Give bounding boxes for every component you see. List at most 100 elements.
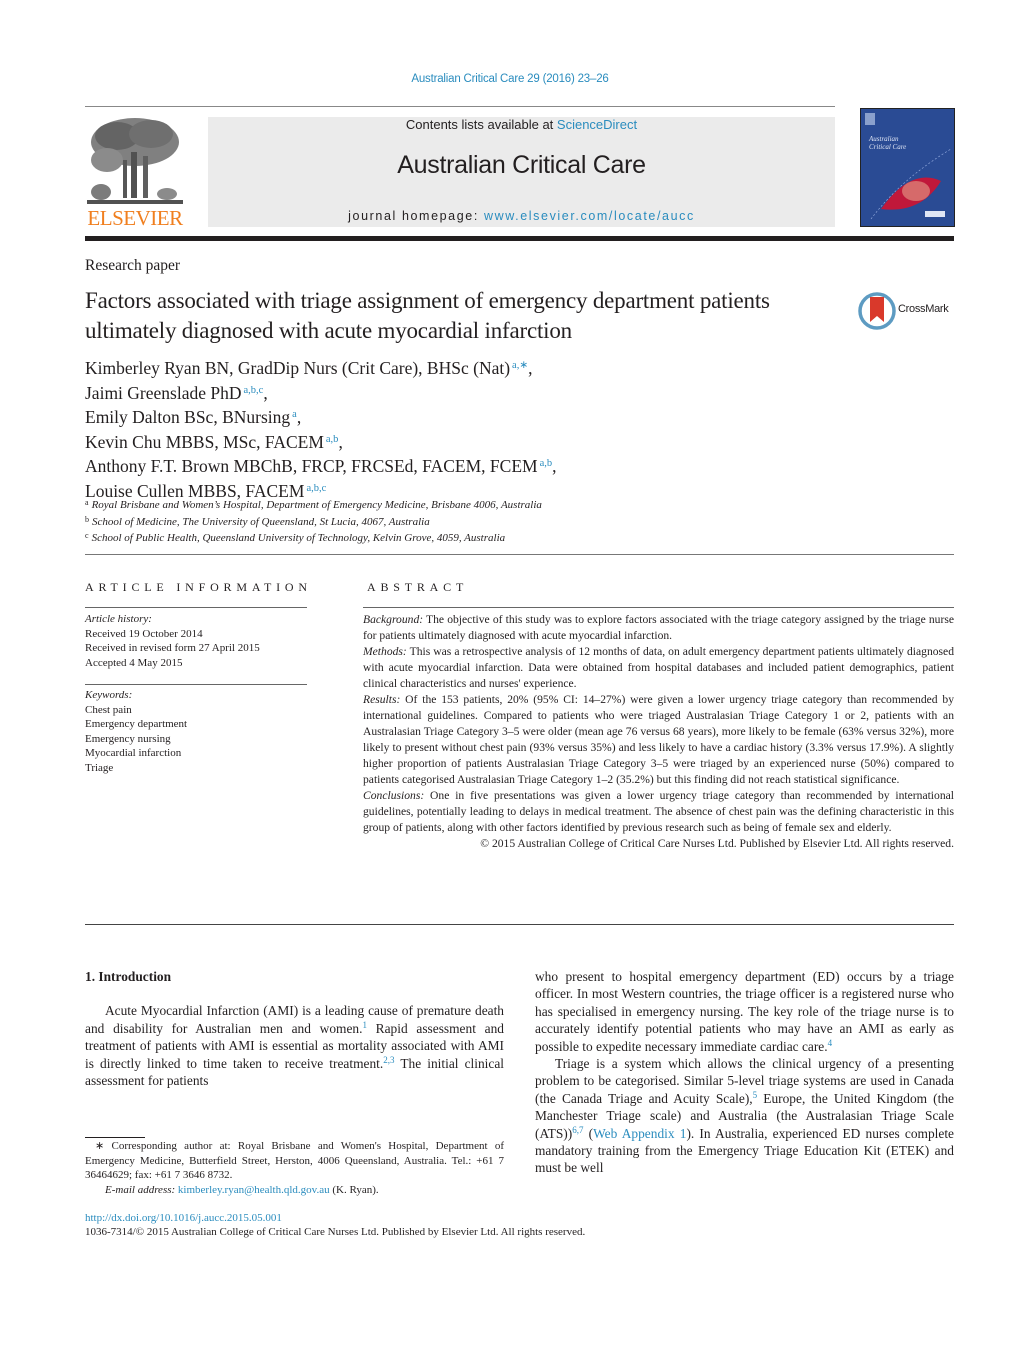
author-name: Kimberley Ryan BN, GradDip Nurs (Crit Ca… — [85, 358, 511, 378]
journal-masthead: Contents lists available at ScienceDirec… — [208, 117, 835, 227]
body-paragraph: Acute Myocardial Infarction (AMI) is a l… — [85, 1002, 504, 1089]
footnote-rule — [85, 1137, 145, 1138]
affiliation-text: Royal Brisbane and Women’s Hospital, Dep… — [91, 499, 542, 511]
affiliation: a Royal Brisbane and Women’s Hospital, De… — [85, 496, 542, 513]
keyword: Chest pain — [85, 703, 132, 716]
affiliation-key: b — [85, 514, 89, 524]
body-column-left: 1. Introduction Acute Myocardial Infarct… — [85, 968, 504, 1089]
author-name: Emily Dalton BSc, BNursing — [85, 407, 291, 428]
elsevier-logo[interactable]: ELSEVIER — [85, 116, 185, 230]
contents-line: Contents lists available at ScienceDirec… — [208, 117, 835, 132]
citation-link[interactable]: 6,7 — [572, 1125, 583, 1135]
header-rule — [85, 106, 835, 107]
keyword: Myocardial infarction — [85, 747, 182, 759]
author: Kevin Chu MBBS, MSc, FACEM a,b, — [85, 429, 557, 454]
homepage-prefix: journal homepage: — [348, 209, 484, 223]
author: Kimberley Ryan BN, GradDip Nurs (Crit Ca… — [85, 355, 557, 380]
author: Anthony F.T. Brown MBChB, FRCP, FRCSEd, … — [85, 453, 557, 478]
affiliation-list: a Royal Brisbane and Women’s Hospital, De… — [85, 496, 542, 546]
article-type: Research paper — [85, 257, 181, 274]
abstract-section-label: Results: — [363, 693, 401, 706]
journal-reference-link[interactable]: Australian Critical Care 29 (2016) 23–26 — [0, 73, 1020, 85]
abstract-section-text: The objective of this study was to explo… — [363, 613, 954, 642]
article-info-rule — [85, 684, 307, 685]
corresponding-author-footnote: ∗ Corresponding author at: Royal Brisban… — [85, 1139, 504, 1197]
citation-link[interactable]: 4 — [828, 1038, 833, 1048]
author-affiliation-ref[interactable]: a,b,c — [306, 483, 326, 494]
abstract-section-text: One in five presentations was given a lo… — [363, 789, 954, 834]
author-separator: , — [263, 382, 268, 403]
journal-cover-art: Australian Critical Care — [861, 109, 954, 226]
abstract-section-label: Conclusions: — [363, 789, 425, 802]
crossmark-label: CrossMark — [898, 303, 949, 315]
email-line: E-mail address: kimberley.ryan@health.ql… — [85, 1183, 504, 1198]
keywords-label: Keywords: — [85, 689, 133, 701]
email-label: E-mail address: — [105, 1183, 176, 1196]
history-item: Accepted 4 May 2015 — [85, 656, 183, 669]
article-history: Article history: Received 19 October 201… — [85, 612, 260, 670]
affiliation: c School of Public Health, Queensland Uni… — [85, 529, 542, 546]
abstract-body: Background: The objective of this study … — [363, 612, 954, 852]
affiliation-key: a — [85, 498, 89, 507]
abstract-background: Background: The objective of this study … — [363, 612, 954, 644]
svg-text:Australian: Australian — [868, 135, 899, 143]
elsevier-tree-icon — [87, 116, 183, 206]
author-name: Anthony F.T. Brown MBChB, FRCP, FRCSEd, … — [85, 456, 538, 477]
keyword: Emergency nursing — [85, 732, 171, 745]
keyword: Emergency department — [85, 718, 188, 730]
paragraph-text: ( — [583, 1125, 594, 1141]
homepage-line: journal homepage: www.elsevier.com/locat… — [208, 209, 835, 223]
doi-link[interactable]: http://dx.doi.org/10.1016/j.aucc.2015.05… — [85, 1212, 282, 1224]
history-item: Received 19 October 2014 — [85, 627, 203, 640]
journal-homepage-link[interactable]: www.elsevier.com/locate/aucc — [484, 209, 695, 223]
author-affiliation-ref[interactable]: a,b,c — [244, 385, 264, 396]
author: Jaimi Greenslade PhD a,b,c, — [85, 380, 557, 405]
affiliation: b School of Medicine, The University of Q… — [85, 513, 542, 530]
author-separator: , — [296, 407, 302, 428]
affiliation-text: School of Public Health, Queensland Univ… — [91, 532, 506, 545]
abstract-section-text: This was a retrospective analysis of 12 … — [363, 645, 954, 690]
citation-link[interactable]: 2,3 — [383, 1055, 394, 1065]
abstract-conclusions: Conclusions: One in five presentations w… — [363, 788, 954, 836]
article-history-label: Article history: — [85, 613, 152, 625]
keyword: Triage — [85, 761, 114, 774]
footnote-text: ∗ Corresponding author at: Royal Brisban… — [85, 1140, 504, 1182]
crossmark-icon — [858, 292, 896, 330]
abstract-methods: Methods: This was a retrospective analys… — [363, 644, 954, 692]
author-separator: , — [528, 358, 533, 378]
sciencedirect-link[interactable]: ScienceDirect — [557, 117, 637, 132]
crossmark-button[interactable]: CrossMark — [858, 291, 958, 331]
body-paragraph: who present to hospital emergency depart… — [535, 968, 954, 1055]
abstract-results: Results: Of the 153 patients, 20% (95% C… — [363, 692, 954, 788]
journal-cover-image[interactable]: Australian Critical Care — [860, 108, 955, 227]
section-divider — [85, 554, 954, 555]
email-link[interactable]: kimberley.ryan@health.qld.gov.au — [178, 1184, 330, 1196]
body-divider — [85, 924, 954, 925]
abstract-heading: ABSTRACT — [367, 580, 469, 594]
abstract-copyright: © 2015 Australian College of Critical Ca… — [480, 837, 954, 850]
author-separator: , — [552, 456, 557, 477]
header-thick-rule — [85, 236, 954, 241]
journal-title: Australian Critical Care — [397, 151, 646, 179]
contents-prefix: Contents lists available at — [405, 117, 557, 132]
affiliation-text: School of Medicine, The University of Qu… — [92, 515, 430, 528]
author-list: Kimberley Ryan BN, GradDip Nurs (Crit Ca… — [85, 355, 557, 503]
body-column-right: who present to hospital emergency depart… — [535, 968, 954, 1177]
author-separator: , — [338, 431, 343, 452]
author-affiliation-ref[interactable]: a,b — [326, 434, 339, 445]
abstract-section-label: Methods: — [363, 645, 407, 658]
keywords: Keywords: Chest pain Emergency departmen… — [85, 688, 187, 775]
author-affiliation-ref[interactable]: a,b — [540, 458, 553, 469]
body-paragraph: Triage is a system which allows the clin… — [535, 1055, 954, 1177]
author-affiliation-ref[interactable]: a,∗ — [512, 360, 528, 371]
introduction-heading: 1. Introduction — [85, 969, 172, 984]
paragraph-text: who present to hospital emergency depart… — [535, 969, 954, 1054]
elsevier-wordmark: ELSEVIER — [87, 206, 183, 230]
svg-text:Critical Care: Critical Care — [869, 143, 906, 151]
issn-copyright: 1036-7314/© 2015 Australian College of C… — [85, 1226, 586, 1238]
abstract-section-text: Of the 153 patients, 20% (95% CI: 14–27%… — [363, 693, 954, 786]
author-name: Jaimi Greenslade PhD — [85, 382, 242, 403]
web-appendix-link[interactable]: Web Appendix 1 — [593, 1126, 686, 1141]
article-info-rule — [85, 607, 307, 608]
author: Emily Dalton BSc, BNursing a, — [85, 404, 557, 429]
